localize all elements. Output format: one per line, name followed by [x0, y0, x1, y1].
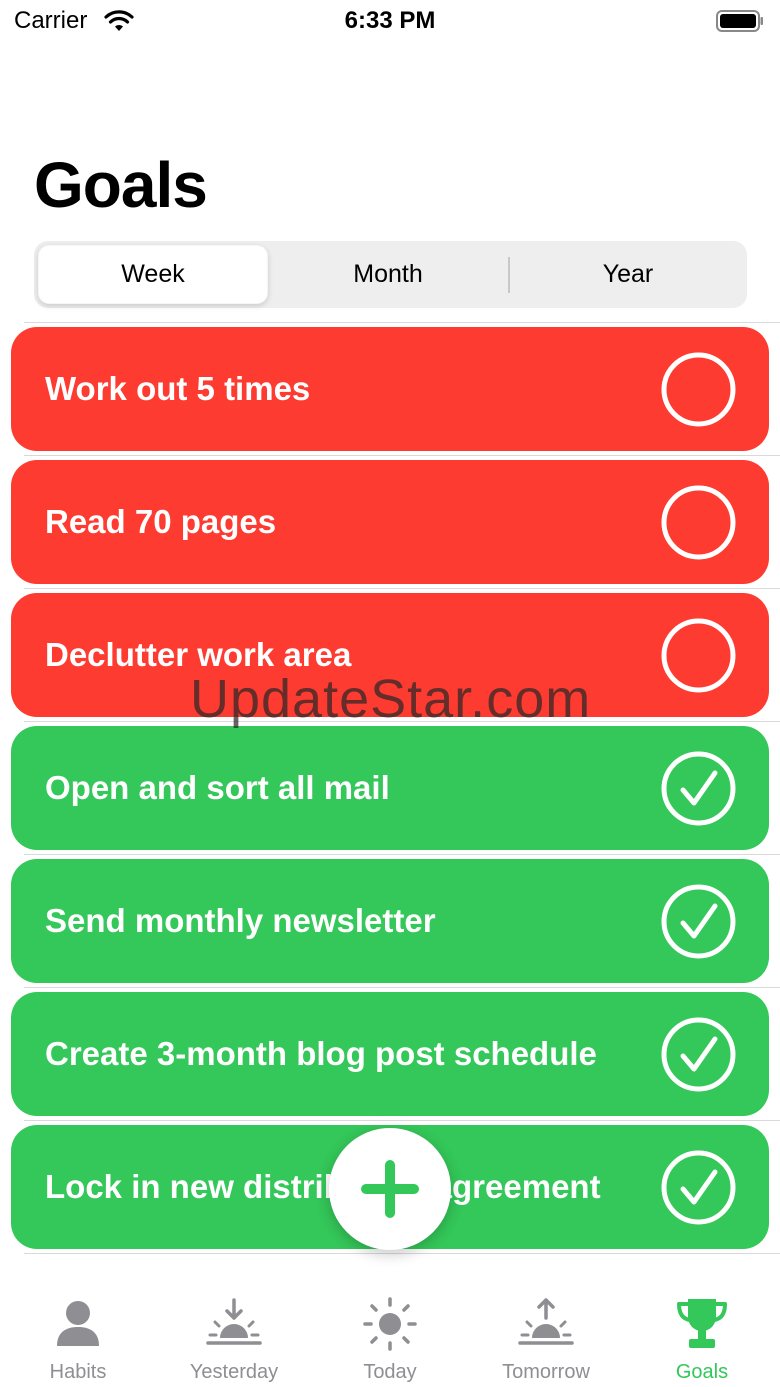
list-separator [24, 588, 780, 589]
goal-label: Read 70 pages [45, 503, 277, 540]
watermark: UpdateStar.com [190, 669, 592, 729]
sunset-icon [206, 1298, 262, 1345]
goal-label: Open and sort all mail [45, 769, 390, 806]
empty-circle-icon[interactable] [661, 485, 736, 560]
goal-row[interactable]: Read 70 pages [11, 460, 769, 584]
tab-habits[interactable]: Habits [0, 1270, 156, 1387]
tab-label: Today [363, 1361, 417, 1383]
battery-icon [716, 10, 763, 32]
page-title: Goals [34, 149, 208, 221]
empty-circle-icon[interactable] [661, 618, 736, 693]
goal-row[interactable]: Create 3-month blog post schedule [11, 992, 769, 1116]
checkmark-circle-icon[interactable] [661, 751, 736, 826]
goal-label: Lock in new distribution agreement [45, 1168, 601, 1205]
empty-circle-icon[interactable] [661, 352, 736, 427]
tab-tomorrow[interactable]: Tomorrow [468, 1270, 624, 1387]
segment-year[interactable]: Year [513, 245, 743, 304]
segment-divider [508, 257, 510, 293]
person-icon [57, 1301, 99, 1346]
tab-label: Habits [49, 1361, 107, 1383]
tab-label: Goals [675, 1361, 729, 1383]
status-bar: Carrier 6:33 PM [0, 0, 780, 44]
segment-month[interactable]: Month [273, 245, 503, 304]
list-separator [24, 854, 780, 855]
sun-icon [363, 1297, 417, 1351]
list-separator [24, 1253, 780, 1254]
sunrise-icon [518, 1298, 574, 1345]
goal-row[interactable]: Send monthly newsletter [11, 859, 769, 983]
checkmark-circle-icon[interactable] [661, 884, 736, 959]
tab-today[interactable]: Today [312, 1270, 468, 1387]
list-separator [24, 987, 780, 988]
list-separator [24, 322, 780, 323]
tab-label: Tomorrow [502, 1361, 590, 1383]
checkmark-circle-icon[interactable] [661, 1150, 736, 1225]
goal-label: Send monthly newsletter [45, 902, 436, 939]
goal-row[interactable]: Open and sort all mail [11, 726, 769, 850]
clock: 6:33 PM [344, 7, 436, 34]
list-separator [24, 1120, 780, 1121]
goal-row[interactable]: Work out 5 times [11, 327, 769, 451]
tab-bar: Habits Yesterday Today Tomorrow Goals [0, 1270, 780, 1387]
segment-week[interactable]: Week [38, 245, 268, 304]
goal-label: Create 3-month blog post schedule [45, 1035, 597, 1072]
tab-yesterday[interactable]: Yesterday [156, 1270, 312, 1387]
goals-screen: Carrier 6:33 PM Goals Week Month Year Wo… [0, 0, 780, 1387]
goal-label: Work out 5 times [45, 370, 311, 407]
period-segmented-control: Week Month Year [34, 241, 747, 308]
add-goal-button[interactable] [329, 1128, 451, 1250]
tab-goals[interactable]: Goals [624, 1270, 780, 1387]
checkmark-circle-icon[interactable] [661, 1017, 736, 1092]
plus-icon [361, 1160, 419, 1218]
list-separator [24, 455, 780, 456]
trophy-icon [677, 1299, 727, 1348]
tab-label: Yesterday [189, 1361, 279, 1383]
